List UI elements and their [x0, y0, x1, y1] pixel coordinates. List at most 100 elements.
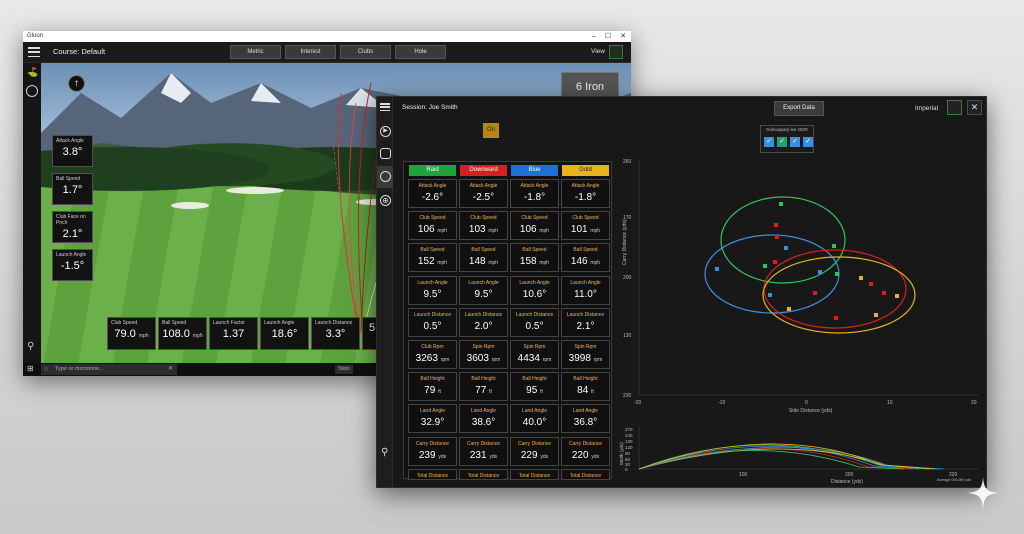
tab-metric[interactable]: Metric [230, 45, 281, 59]
stat-cell-value: 38.6° [471, 417, 496, 429]
stat-cell-label: Attack Angle [571, 183, 600, 189]
stat-cell-label: Ball Height [522, 376, 547, 383]
stat-cell-value: 101 [570, 224, 588, 236]
taskbar-search-placeholder: Type or microtone... [55, 366, 104, 372]
unit-toggle-button[interactable] [947, 100, 962, 115]
on-toggle-button[interactable]: On [483, 123, 499, 138]
stat-club-speed: Club Speed 79.0 mph [107, 317, 156, 350]
stat-cell-unit: ft [489, 389, 492, 396]
column-header-raid[interactable]: Raid [409, 165, 456, 176]
x-tick: 20 [971, 400, 977, 406]
stat-launch-angle: Launch Angle -1.5° [52, 249, 93, 281]
checkbox-blue[interactable]: ✓ [790, 137, 800, 147]
stat-value: 2.1° [62, 228, 83, 240]
maximize-icon[interactable]: ☐ [605, 31, 611, 42]
stat-cell-unit: mph [590, 228, 601, 235]
stat-cell-value: 10.6° [522, 288, 547, 300]
stat-value: 1.37 [222, 328, 245, 340]
stat-cell-value: 32.9° [420, 417, 445, 429]
stat-cell: Club Speed 101 mph [561, 211, 610, 241]
series-filter-title: Dolnoapary loe ODR [766, 127, 808, 132]
column-header-gold[interactable]: Gold [562, 165, 609, 176]
sidebar: ⛳ ⚲ [23, 63, 41, 363]
stat-cell-label: Ball Height [471, 376, 496, 383]
menu-icon[interactable] [380, 103, 390, 111]
stat-cell: Club Speed 106 mph [408, 211, 457, 241]
swing-icon[interactable]: ⚲ [27, 341, 34, 352]
stat-label: Launch Angle [56, 252, 87, 258]
stat-cell-value: 3263 [415, 353, 438, 364]
checkbox-gold[interactable]: ✓ [803, 137, 813, 147]
stat-cell-value: 3603 [466, 353, 489, 364]
cortana-icon: ○ [44, 366, 49, 373]
stat-cell-label: Club Rpm [421, 344, 444, 350]
stat-cell-label: Land Angle [470, 408, 497, 415]
tab-interest[interactable]: Interest [285, 45, 336, 59]
close-icon[interactable]: ✕ [620, 31, 626, 42]
play-icon[interactable]: ▶ [380, 126, 391, 137]
minimize-icon[interactable]: – [592, 31, 596, 42]
tab-hole[interactable]: Hole [395, 45, 446, 59]
stat-cell: Club Speed 106 mph [510, 211, 559, 241]
stat-cell-unit: yds [540, 453, 549, 460]
y-tick: 130 [625, 439, 633, 444]
swing-icon[interactable]: ⚲ [381, 447, 388, 458]
checkbox-raid[interactable]: ✓ [764, 137, 774, 147]
menu-icon[interactable] [28, 47, 40, 57]
stat-cell-unit: mph [437, 228, 448, 235]
stat-cell: Attack Angle -2.5° [459, 179, 508, 208]
x-tick: 0 [805, 400, 808, 406]
stat-club-face: Club Face on Pnch 2.1° [52, 211, 93, 243]
ball-icon[interactable] [380, 171, 391, 182]
column-header-downward[interactable]: Downward [460, 165, 507, 176]
tag-icon[interactable] [380, 148, 391, 159]
stat-cell: Carry Distance 231 yds [459, 436, 508, 466]
stat-cell: Launch Distance 0.5° [408, 307, 457, 337]
stat-cell-value: -2.6° [421, 192, 444, 203]
stat-label: Ball Speed [56, 176, 81, 182]
close-icon[interactable]: ✕ [967, 100, 982, 115]
session-title: Session: Joe Smith [402, 104, 458, 111]
stat-cell-label: Total Distance [467, 472, 500, 479]
stat-cell: Ball Speed 152 mph [408, 243, 457, 273]
stat-cell-value: 146 [570, 256, 588, 268]
globe-icon[interactable]: ⊕ [380, 195, 391, 206]
ball-icon[interactable] [26, 85, 38, 97]
stat-cell-unit: yds [591, 453, 600, 460]
stat-launch-factor: Launch Factor 1.37 [209, 317, 258, 350]
checkbox-downward[interactable]: ✓ [777, 137, 787, 147]
clear-icon[interactable]: ✕ [168, 364, 173, 375]
stat-cell-unit: mph [539, 260, 550, 267]
export-data-button[interactable]: Export Data [774, 101, 824, 116]
stat-value: 108.0 [162, 328, 190, 340]
golfer-icon[interactable]: ⛳ [27, 67, 38, 77]
stat-attack-angle: Attack Angle 3.8° [52, 135, 93, 167]
y-tick: 130 [623, 333, 632, 339]
stat-cell-label: Spin Rpm [574, 344, 597, 350]
trajectory-chart: 270 240 130 120 90 60 30 0 100 200 220 D… [619, 427, 979, 485]
stat-cell-label: Ball Height [573, 376, 598, 383]
taskbar-stats-item[interactable]: Stats [335, 365, 353, 374]
stat-cell-label: Club Speed [470, 215, 497, 222]
start-icon[interactable]: ⊞ [27, 365, 35, 373]
stat-cell-label: Launch Angle [468, 279, 499, 286]
stat-cell-value: 103 [468, 224, 486, 236]
flag-marker-icon[interactable]: ↑ [68, 75, 85, 92]
stat-cell: Attack Angle -1.8° [510, 179, 559, 208]
shot-point [882, 291, 886, 295]
shot-point [787, 307, 791, 311]
stat-cell-label: Attack Angle [469, 183, 498, 189]
column-header-blue[interactable]: Blue [511, 165, 558, 176]
stat-cell-value: 2.0° [474, 320, 493, 332]
tab-clubs[interactable]: Clubs [340, 45, 391, 59]
taskbar-search[interactable]: ○ Type or microtone... ✕ [41, 364, 177, 375]
stat-cell: Attack Angle -2.6° [408, 179, 457, 208]
stat-cell-label: Club Speed [419, 215, 446, 222]
y-tick: 270 [625, 427, 633, 432]
stat-cell-value: 95 [526, 385, 538, 397]
stat-cell: Carry Distance 220 yds [561, 436, 610, 466]
stat-cell-label: Land Angle [521, 408, 548, 415]
view-toggle-button[interactable] [609, 45, 623, 59]
stat-cell-label: Carry Distance [415, 440, 450, 447]
stat-value: 3.3° [325, 328, 346, 340]
